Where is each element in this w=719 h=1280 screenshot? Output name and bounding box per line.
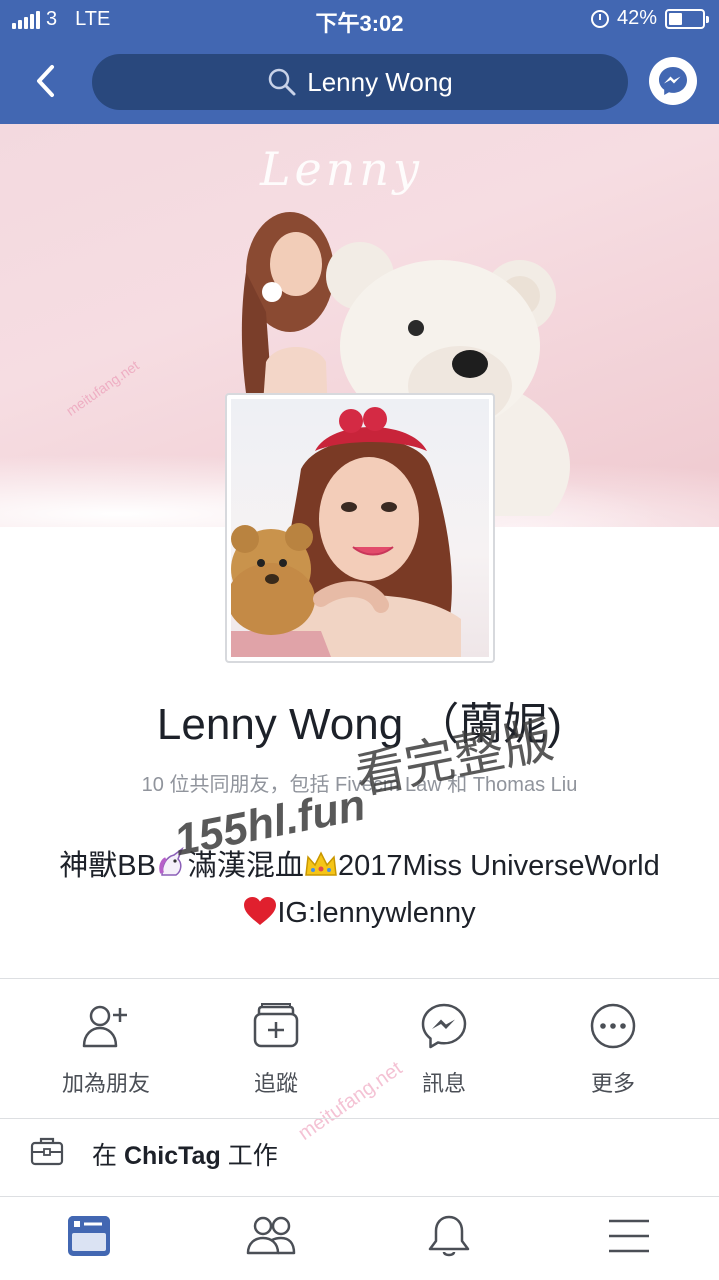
search-text: Lenny Wong [307, 66, 453, 97]
bio-text-c: 2017Miss UniverseWorld [337, 850, 660, 882]
chevron-left-icon [37, 65, 54, 97]
watermark-text: 看完整版 [350, 711, 558, 805]
messenger-button[interactable] [649, 57, 697, 105]
tab-menu[interactable] [540, 1197, 719, 1280]
status-bar-right: 42% [590, 7, 709, 30]
tab-friends[interactable] [180, 1197, 360, 1280]
divider [0, 978, 719, 979]
follow-icon [253, 1003, 299, 1048]
message-button[interactable]: 訊息 [354, 980, 534, 1118]
profile-portrait-illustration [231, 407, 461, 657]
work-text: 在 ChicTag 工作 [92, 1136, 278, 1172]
work-prefix: 在 [92, 1142, 118, 1170]
battery-percent: 42% [616, 7, 657, 29]
add-friend-button[interactable]: 加為朋友 [16, 980, 196, 1118]
divider [0, 1118, 719, 1119]
more-button[interactable]: 更多 [523, 980, 703, 1118]
tab-notifications[interactable] [360, 1197, 540, 1280]
bio-text-a: 神獸BB [59, 850, 156, 882]
heart-icon [243, 896, 277, 934]
briefcase-icon [30, 1137, 64, 1166]
top-bar: 3 LTE 下午3:02 42% Lenny Wong [0, 0, 719, 124]
search-field[interactable]: Lenny Wong [92, 54, 628, 110]
more-icon [590, 1003, 636, 1049]
follow-label: 追蹤 [253, 1071, 298, 1096]
work-info-row[interactable]: 在 ChicTag 工作 [0, 1120, 719, 1194]
nav-bar: Lenny Wong [0, 44, 719, 120]
messenger-icon [421, 1003, 467, 1049]
profile-picture[interactable] [225, 393, 495, 663]
search-icon [268, 68, 296, 96]
cover-signature: Lenny [260, 142, 424, 196]
bio-line-2: IG:lennywlenny [0, 896, 719, 934]
profile-picture-image [231, 399, 489, 657]
menu-icon [609, 1219, 649, 1253]
news-feed-icon [68, 1216, 110, 1256]
more-label: 更多 [590, 1071, 635, 1096]
messenger-icon [659, 67, 687, 95]
bottom-tab-bar [0, 1196, 719, 1280]
work-company[interactable]: ChicTag [124, 1142, 221, 1170]
add-friend-label: 加為朋友 [61, 1071, 150, 1096]
tab-news-feed[interactable] [0, 1197, 180, 1280]
back-button[interactable] [22, 58, 68, 104]
alarm-icon [590, 9, 609, 28]
watermark-host: 155hl.fun [170, 780, 370, 866]
notifications-icon [428, 1215, 470, 1257]
instagram-handle[interactable]: IG:lennywlenny [277, 897, 475, 929]
friends-icon [246, 1216, 296, 1255]
status-bar: 3 LTE 下午3:02 42% [0, 0, 719, 40]
work-suffix: 工作 [227, 1142, 278, 1170]
add-friend-icon [82, 1005, 127, 1048]
battery-icon [665, 8, 709, 29]
battery-fill [669, 12, 682, 25]
